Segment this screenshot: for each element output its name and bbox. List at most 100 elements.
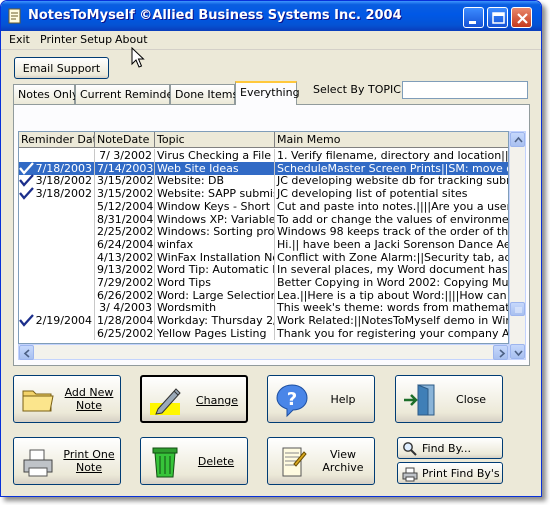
mouse-pointer-icon (131, 47, 145, 68)
close-label: Close (456, 392, 486, 406)
email-support-label: Email Support (22, 61, 101, 75)
cell-note-date: 6/26/2002 (97, 288, 155, 302)
column-reminder-date[interactable]: Reminder Date (19, 132, 95, 148)
cell-note-date: 5/12/2004 (97, 199, 155, 213)
scroll-down-button[interactable] (510, 344, 525, 359)
scroll-thumb[interactable] (510, 302, 525, 316)
minimize-button[interactable] (463, 7, 484, 28)
table-row[interactable]: 7/29/2002 Word Tips Better Copying in Word… (19, 276, 508, 289)
cell-note-date: 2/25/2002 (97, 225, 155, 239)
cell-topic: Web Site Ideas (155, 161, 275, 175)
tab-current-reminders[interactable]: Current Reminders (75, 84, 183, 104)
delete-label: Delete (197, 454, 235, 468)
cell-main-memo: JC developing list of potential sites (275, 187, 508, 200)
table-row[interactable]: 7/ 3/2002 Virus Checking a File 1. Verify … (19, 149, 509, 162)
close-button[interactable]: Close (395, 375, 503, 423)
tab-everything[interactable]: Everything (235, 81, 300, 105)
cell-main-memo: To add or change the values of environme… (277, 212, 509, 226)
pencil-highlight-icon (150, 388, 181, 415)
maximize-button[interactable] (487, 7, 508, 28)
cell-main-memo: Thank you for registering your company A… (277, 326, 509, 340)
cell-note-date: 9/13/2002 (97, 263, 155, 277)
arrow-down-icon (514, 350, 523, 357)
cell-topic: Website: SAPP submiss (157, 187, 275, 201)
cell-reminder-date (19, 288, 95, 302)
print-find-bys-button[interactable]: Print Find By's (397, 462, 503, 484)
print-one-note-button[interactable]: Print One Note (13, 437, 121, 485)
cell-topic: Windows: Sorting progra (157, 225, 275, 239)
cell-topic: Website: DB (155, 174, 275, 188)
menu-printer-setup[interactable]: Printer Setup (40, 33, 112, 46)
cell-topic: Window Keys - Short Cut (155, 199, 275, 213)
main-window: NotesToMyself ©Allied Business Systems I… (0, 0, 542, 497)
cell-note-date: 7/ 3/2002 (95, 149, 155, 162)
change-button[interactable]: Change (140, 375, 248, 423)
cell-main-memo: 1. Verify filename, directory and locati… (277, 149, 509, 162)
column-note-date[interactable]: NoteDate (95, 132, 155, 148)
cell-topic: Yellow Pages Listing (155, 326, 275, 340)
cell-reminder-date (19, 225, 95, 239)
cell-reminder-date (19, 301, 95, 315)
cell-main-memo: Hi.|| have been a Jacki Sorenson Dance A… (277, 237, 509, 251)
table-row[interactable]: 3/18/2002 3/15/2002 Website: DB JC developi… (19, 174, 508, 188)
view-archive-button[interactable]: View Archive (267, 437, 375, 485)
checkmark-icon (19, 161, 34, 175)
cell-topic: Word: Large Selections (157, 288, 275, 302)
arrow-left-icon (23, 349, 30, 358)
checkmark-icon (19, 314, 34, 327)
table-row[interactable]: 5/12/2004Window Keys - Short CutCut and … (19, 199, 509, 213)
cell-main-memo: In several places, my Word document has … (275, 263, 508, 276)
table-row[interactable]: 7/18/2003 7/14/2003 Web Site Ideas Schedule… (19, 161, 508, 175)
tab-label: Everything (240, 86, 300, 99)
cell-note-date: 1/28/2004 (97, 314, 155, 328)
find-by-label: Find By... (422, 442, 472, 455)
scroll-left-button[interactable] (19, 345, 34, 360)
column-main-memo[interactable]: Main Memo (275, 132, 508, 148)
archive-notebook-icon (282, 447, 307, 477)
printer-icon (402, 467, 418, 482)
cell-note-date: 3/ 4/2003 (95, 301, 155, 315)
vertical-scrollbar[interactable] (509, 131, 526, 360)
cell-note-date: 7/29/2002 (97, 276, 155, 289)
table-row[interactable]: 6/26/2002 Word: Large Selections Lea.||Her… (19, 288, 508, 302)
tab-label: Current Reminders (80, 88, 184, 101)
column-topic[interactable]: Topic (155, 132, 275, 148)
add-new-note-button[interactable]: Add New Note (13, 375, 121, 423)
table-row[interactable]: 3/18/2002 3/15/2002 Website: SAPP submiss J… (19, 187, 508, 201)
print-one-note-label: Print One Note (63, 448, 115, 474)
cell-topic: WinFax Installation Note (155, 250, 275, 264)
menu-about[interactable]: About (115, 33, 148, 46)
cell-topic: Wordsmith (155, 301, 275, 315)
tab-done-items[interactable]: Done Items (170, 84, 238, 104)
tab-notes-only[interactable]: Notes Only (13, 84, 78, 104)
table-row[interactable]: 6/25/2002 Yellow Pages Listing Thank you f… (19, 326, 509, 340)
scroll-up-button[interactable] (510, 132, 525, 147)
help-bubble-icon: ? (276, 384, 308, 418)
table-row[interactable]: 2/19/2004 1/28/2004 Workday: Thursday 2/1 W… (19, 314, 508, 328)
scroll-right-button[interactable] (493, 345, 508, 360)
title-bar[interactable]: NotesToMyself ©Allied Business Systems I… (1, 1, 541, 31)
topic-input[interactable] (402, 81, 528, 99)
cell-topic: Word Tip: Automatic Bor (155, 263, 275, 277)
close-window-button[interactable] (511, 7, 532, 28)
table-row[interactable]: 2/25/2002Windows: Sorting prograWindows … (19, 225, 508, 239)
help-button[interactable]: ? Help (267, 375, 375, 423)
cell-main-memo: Cut and paste into notes.||||Are you a u… (277, 199, 509, 213)
cell-reminder-date (19, 149, 95, 162)
cell-topic: winfax (155, 237, 275, 251)
horizontal-scrollbar[interactable] (18, 344, 509, 360)
notes-grid[interactable]: Reminder Date NoteDate Topic Main Memo 7… (18, 131, 509, 344)
view-archive-label: View Archive (322, 448, 364, 474)
cell-main-memo: JC developing website db for tracking su… (275, 174, 508, 187)
cell-note-date: 4/13/2002 (97, 250, 155, 264)
find-by-button[interactable]: Find By... (397, 437, 503, 459)
delete-button[interactable]: Delete (140, 437, 248, 485)
menu-exit[interactable]: Exit (9, 33, 30, 46)
table-row[interactable]: 3/ 4/2003 Wordsmith This week's theme: wor… (19, 301, 508, 315)
table-row[interactable]: 4/13/2002WinFax Installation NoteConflic… (19, 250, 508, 264)
email-support-button[interactable]: Email Support (14, 57, 109, 79)
table-row[interactable]: 8/31/2004 Windows XP: Variables To add or … (19, 212, 509, 226)
table-row[interactable]: 6/24/2004 winfax Hi.|| have been a Jacki S… (19, 237, 509, 251)
table-row[interactable]: 9/13/2002Word Tip: Automatic BorIn sever… (19, 263, 508, 277)
cell-main-memo: Lea.||Here is a tip about Word:||||How c… (275, 289, 508, 302)
